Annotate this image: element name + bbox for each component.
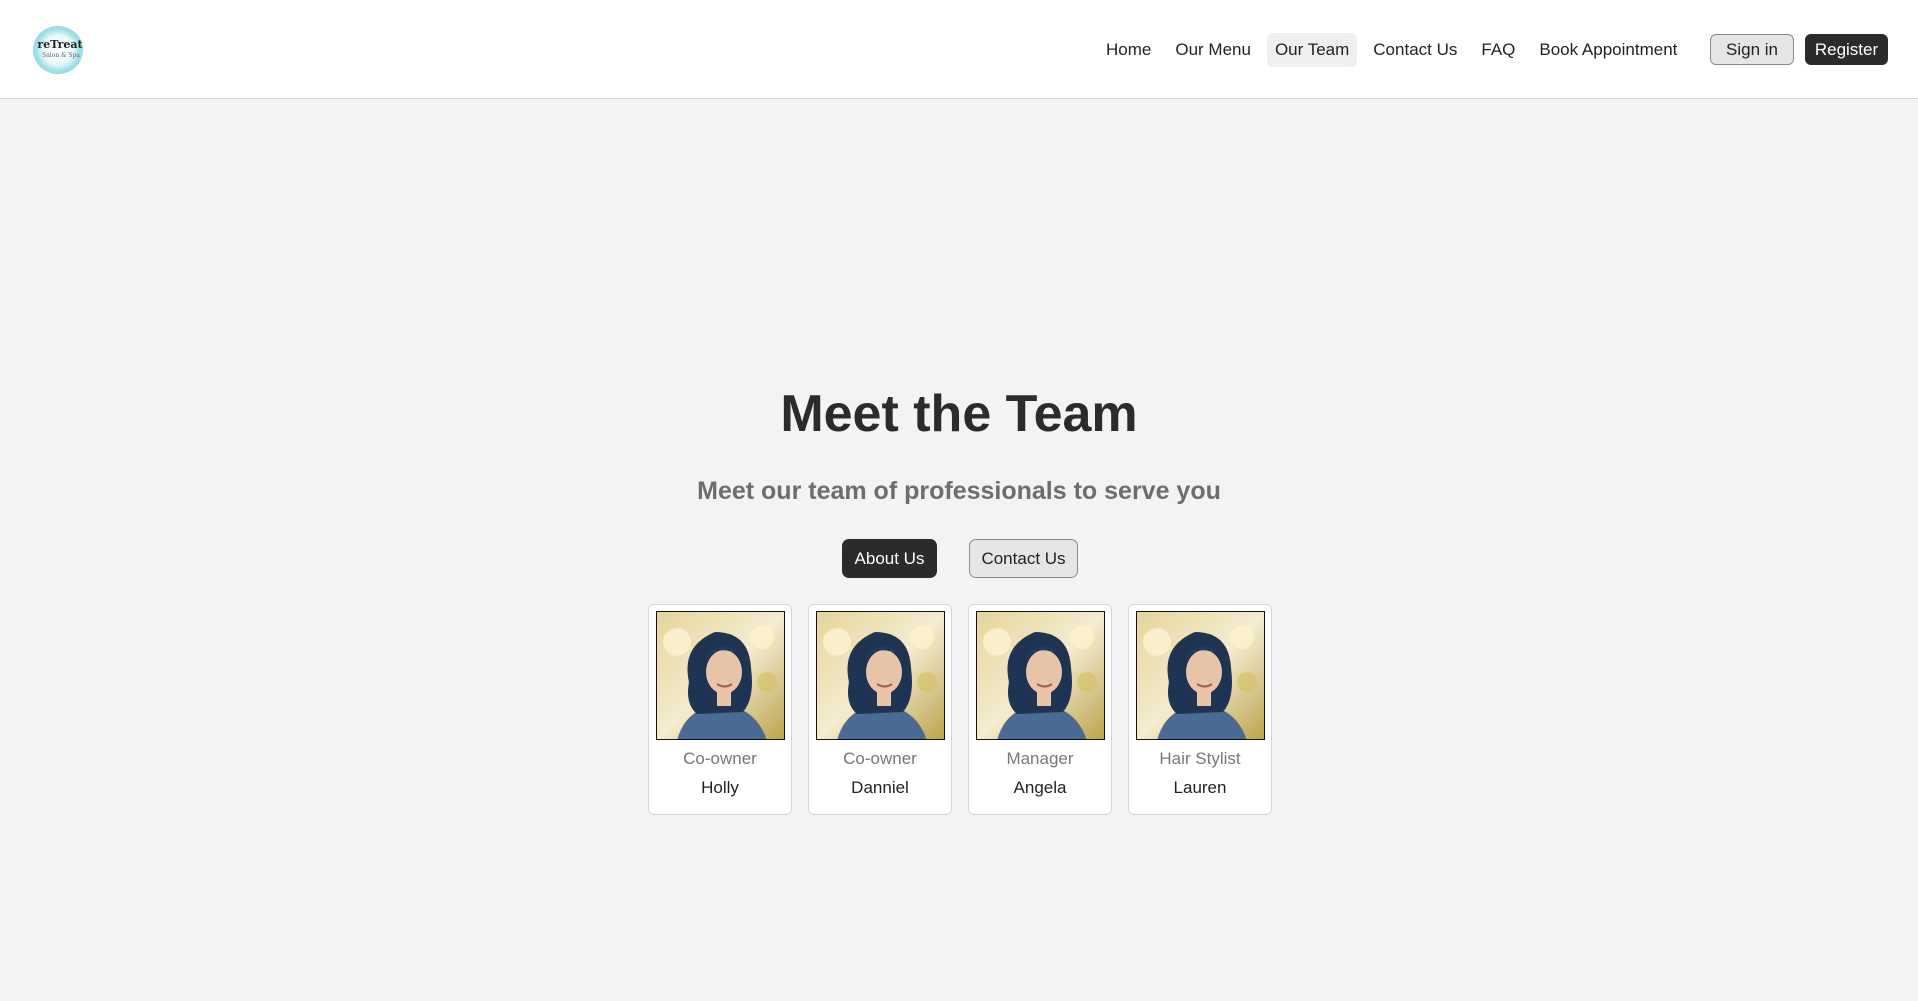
team-member-role: Hair Stylist xyxy=(1159,749,1241,768)
team-member-photo xyxy=(1136,611,1265,740)
nav-book-appointment[interactable]: Book Appointment xyxy=(1531,33,1685,67)
portrait-image xyxy=(977,612,1104,739)
team-member-role: Manager xyxy=(1006,749,1074,768)
team-member-name: Danniel xyxy=(851,778,909,797)
team-member-photo xyxy=(656,611,785,740)
main-nav: Home Our Menu Our Team Contact Us FAQ Bo… xyxy=(1098,33,1693,67)
nav-our-menu[interactable]: Our Menu xyxy=(1167,33,1259,67)
team-member-name: Lauren xyxy=(1173,778,1227,797)
about-us-button[interactable]: About Us xyxy=(842,539,937,578)
team-card[interactable]: Co-owner Danniel xyxy=(808,604,952,815)
page-subtitle: Meet our team of professionals to serve … xyxy=(697,477,1221,505)
sign-in-button[interactable]: Sign in xyxy=(1710,34,1794,65)
nav-our-team[interactable]: Our Team xyxy=(1266,33,1358,67)
contact-us-button[interactable]: Contact Us xyxy=(969,539,1078,578)
logo-tagline: Salon & Spa xyxy=(42,52,80,59)
team-member-photo xyxy=(976,611,1105,740)
team-card[interactable]: Hair Stylist Lauren xyxy=(1128,604,1272,815)
salon-logo[interactable]: reTreat Salon & Spa xyxy=(31,25,88,75)
portrait-image xyxy=(1137,612,1264,739)
portrait-image xyxy=(657,612,784,739)
team-member-role: Co-owner xyxy=(683,749,757,768)
logo-title: reTreat xyxy=(37,38,83,51)
team-card[interactable]: Manager Angela xyxy=(968,604,1112,815)
logo-watercolor-icon: reTreat Salon & Spa xyxy=(33,26,84,74)
team-list: Co-owner Holly Co-owner Danniel Manager … xyxy=(648,604,1288,815)
team-card[interactable]: Co-owner Holly xyxy=(648,604,792,815)
nav-home[interactable]: Home xyxy=(1098,33,1159,67)
nav-faq[interactable]: FAQ xyxy=(1473,33,1523,67)
team-member-photo xyxy=(816,611,945,740)
team-member-role: Co-owner xyxy=(843,749,917,768)
team-member-name: Holly xyxy=(701,778,739,797)
team-member-name: Angela xyxy=(1013,778,1067,797)
nav-contact-us[interactable]: Contact Us xyxy=(1365,33,1465,67)
register-button[interactable]: Register xyxy=(1805,34,1888,65)
site-header: reTreat Salon & Spa Home Our Menu Our Te… xyxy=(0,0,1918,99)
page-title: Meet the Team xyxy=(780,385,1138,443)
portrait-image xyxy=(817,612,944,739)
